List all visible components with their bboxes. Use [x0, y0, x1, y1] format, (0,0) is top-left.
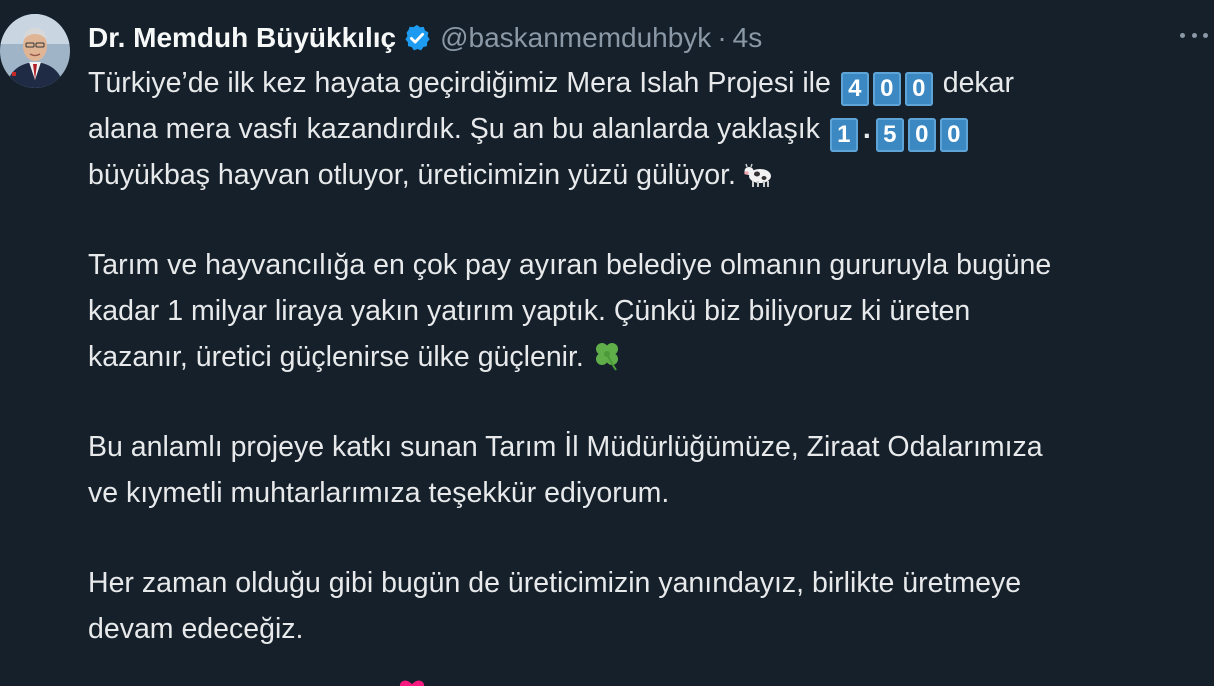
text-segment: Türkiye’de ilk kez hayata geçirdiğimiz M… [88, 67, 839, 99]
text-line: büyükbaş hayvan otluyor, üreticimizin yü… [88, 152, 1208, 198]
keycap-digit: 1 [829, 118, 858, 152]
text-line: kadar 1 milyar liraya yakın yatırım yapt… [88, 295, 971, 327]
tweet-text: Türkiye’de ilk kez hayata geçirdiğimiz M… [88, 60, 1208, 652]
tweet-header: Dr. Memduh Büyükkılıç @baskanmemduhbyk ·… [88, 18, 762, 58]
keycap-dot: . [862, 113, 871, 145]
text-segment: büyükbaş hayvan otluyor, üreticimizin yü… [88, 159, 736, 191]
text-line: ve kıymetli muhtarlarımıza teşekkür ediy… [88, 477, 670, 509]
keycap-digit: 0 [904, 72, 933, 106]
text-segment: dekar [934, 67, 1015, 99]
cow-icon [742, 156, 776, 190]
text-segment: kazanır, üretici güçlenirse ülke güçleni… [88, 341, 584, 373]
author-name[interactable]: Dr. Memduh Büyükkılıç [88, 22, 396, 54]
keycap-digit: 0 [907, 118, 936, 152]
keycap-digit: 0 [872, 72, 901, 106]
text-line: alana mera vasfı kazandırdık. Şu an bu a… [88, 106, 1208, 152]
more-options-icon[interactable] [1180, 30, 1208, 40]
four-leaf-clover-icon [590, 338, 624, 372]
keycap-digit: 4 [840, 72, 869, 106]
heart-icon[interactable] [398, 678, 426, 686]
tweet-actions-partial [300, 674, 500, 686]
header-separator: · [717, 22, 727, 53]
text-line: kazanır, üretici güçlenirse ülke güçleni… [88, 334, 1208, 380]
text-line: Bu anlamlı projeye katkı sunan Tarım İl … [88, 431, 1043, 463]
keycap-digit: 5 [875, 118, 904, 152]
avatar-portrait [0, 14, 70, 88]
author-handle[interactable]: @baskanmemduhbyk [440, 22, 711, 54]
text-line: devam edeceğiz. [88, 613, 304, 645]
text-segment: alana mera vasfı kazandırdık. Şu an bu a… [88, 113, 828, 145]
author-avatar[interactable] [0, 14, 70, 88]
tweet-timestamp[interactable]: 4s [733, 22, 763, 54]
verified-badge-icon [402, 23, 432, 53]
text-line: Tarım ve hayvancılığa en çok pay ayıran … [88, 249, 1052, 281]
text-line: Her zaman olduğu gibi bugün de üreticimi… [88, 567, 1022, 599]
text-line: Türkiye’de ilk kez hayata geçirdiğimiz M… [88, 60, 1208, 106]
keycap-digit: 0 [939, 118, 968, 152]
